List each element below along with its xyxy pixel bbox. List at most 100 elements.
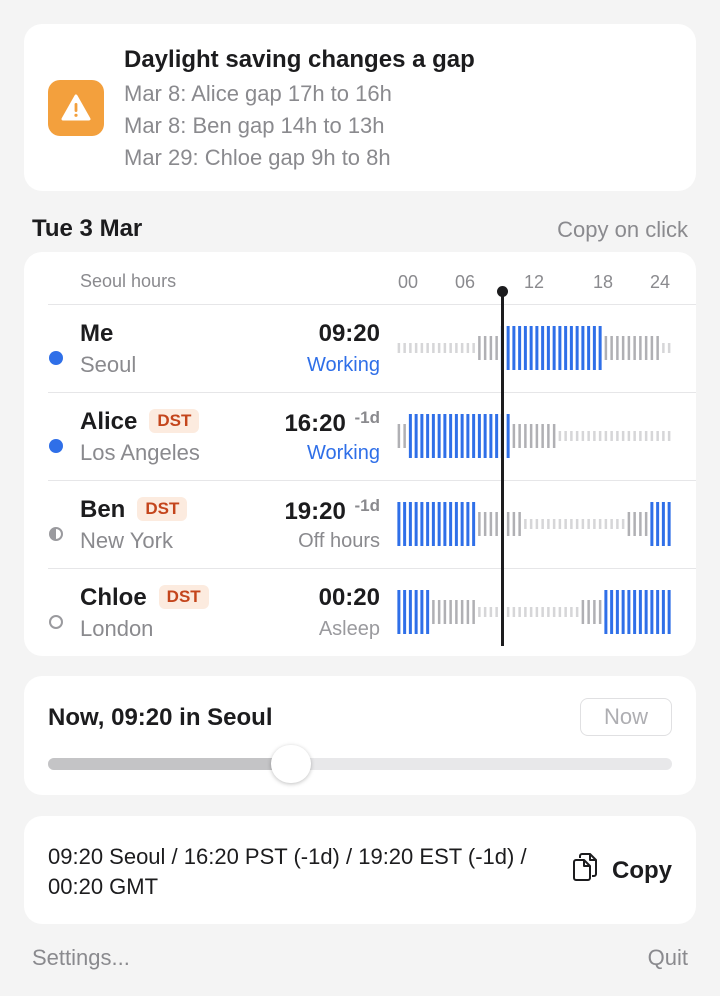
hour-bar	[512, 607, 516, 617]
hour-bar	[615, 590, 619, 634]
hour-bar	[644, 590, 648, 634]
hour-bar	[414, 502, 418, 546]
hour-bar	[518, 607, 521, 617]
hour-bar	[610, 431, 613, 441]
hour-bar	[575, 431, 579, 441]
hour-bar	[639, 512, 642, 536]
hour-bar	[403, 424, 406, 448]
hour-bar	[547, 519, 550, 529]
settings-link[interactable]: Settings...	[32, 945, 130, 971]
hour-bar	[460, 600, 464, 624]
hour-bar	[610, 590, 614, 634]
person-row-me[interactable]: Me Seoul 09:20 Working	[24, 304, 696, 392]
person-row-alice[interactable]: Alice DST Los Angeles 16:20 -1d Working	[24, 392, 696, 480]
hour-bar	[587, 431, 590, 441]
hour-bar	[604, 590, 608, 634]
day-offset: -1d	[354, 496, 381, 515]
hour-bar	[541, 519, 544, 529]
hour-bar	[489, 512, 493, 536]
person-city: New York	[80, 528, 173, 553]
hour-bar	[420, 343, 424, 353]
person-row-ben[interactable]: Ben DST New York 19:20 -1d Off hours	[24, 480, 696, 568]
hour-bar	[403, 590, 407, 634]
hour-bar	[455, 600, 458, 624]
quit-link[interactable]: Quit	[648, 945, 688, 971]
hour-bar	[466, 502, 470, 546]
hour-bar	[472, 414, 476, 458]
hour-bar	[518, 512, 521, 536]
hour-bar	[489, 414, 493, 458]
hour-bar	[656, 336, 659, 360]
hour-bar	[472, 343, 475, 353]
hour-bar	[535, 519, 539, 529]
hour-tick-label: 06	[454, 272, 476, 292]
hour-bar	[581, 326, 585, 370]
hour-bar	[518, 424, 521, 448]
hour-bar	[650, 590, 654, 634]
hour-bar	[495, 607, 498, 617]
hour-bar	[420, 414, 424, 458]
hour-bar	[667, 590, 671, 634]
hour-bar	[598, 431, 602, 441]
now-marker-line[interactable]	[501, 290, 504, 646]
now-button[interactable]: Now	[580, 698, 672, 736]
hour-bar	[570, 519, 573, 529]
timezone-card: Seoul hours 00 06 12 18 24 Me Seoul 09:2…	[24, 252, 696, 656]
slider-thumb[interactable]	[270, 745, 311, 783]
hour-bar	[662, 343, 665, 353]
hour-bar	[593, 600, 596, 624]
hour-bar	[633, 512, 636, 536]
hour-bar	[460, 502, 464, 546]
person-name: Ben DST	[80, 496, 188, 524]
hour-tick-label: 12	[523, 272, 545, 292]
hour-bar	[403, 502, 407, 546]
hour-bar	[575, 326, 579, 370]
person-row-chloe[interactable]: Chloe DST London 00:20 Asleep	[24, 568, 696, 656]
hour-bar	[437, 502, 441, 546]
copy-icon	[572, 852, 598, 889]
hour-bar	[466, 600, 470, 624]
hour-bar	[466, 414, 470, 458]
copy-button[interactable]: Copy	[572, 852, 672, 889]
hour-bar	[483, 336, 487, 360]
person-name: Alice DST	[80, 408, 200, 436]
hour-bar	[426, 502, 430, 546]
hour-bar	[443, 502, 447, 546]
status-dot	[49, 615, 63, 629]
hour-bar	[650, 431, 654, 441]
hour-bar	[403, 343, 406, 353]
hour-bar	[621, 590, 625, 634]
hour-bar	[506, 326, 510, 370]
hour-bar	[541, 424, 544, 448]
hour-bar	[541, 326, 545, 370]
hour-bar	[512, 326, 516, 370]
hour-bar	[667, 502, 671, 546]
hour-bar	[656, 431, 659, 441]
hour-bar	[616, 431, 619, 441]
hour-bar	[644, 336, 648, 360]
hour-bar	[431, 414, 435, 458]
hour-bar	[604, 431, 608, 441]
hour-bar	[483, 512, 487, 536]
hour-bar	[478, 607, 481, 617]
hour-bar	[506, 414, 510, 458]
status-dot	[49, 439, 63, 453]
time-slider[interactable]	[48, 745, 672, 783]
hour-timeline	[396, 412, 672, 460]
dst-badge: DST	[149, 409, 200, 433]
hour-bar	[667, 431, 671, 441]
work-status: Working	[307, 442, 380, 464]
hour-bar	[466, 343, 470, 353]
hour-bar	[650, 336, 654, 360]
hour-bar	[570, 607, 573, 617]
hour-bar	[506, 607, 510, 617]
alert-line: Mar 8: Alice gap 17h to 16h	[124, 81, 392, 106]
timeline-header-label: Seoul hours	[80, 271, 177, 291]
hour-tick-label: 18	[592, 272, 614, 292]
hour-bar	[644, 431, 648, 441]
hour-bar	[472, 502, 476, 546]
hour-bar	[656, 502, 660, 546]
hour-bar	[558, 326, 562, 370]
hour-bar	[455, 343, 458, 353]
copy-on-click-toggle[interactable]: Copy on click	[557, 217, 688, 243]
